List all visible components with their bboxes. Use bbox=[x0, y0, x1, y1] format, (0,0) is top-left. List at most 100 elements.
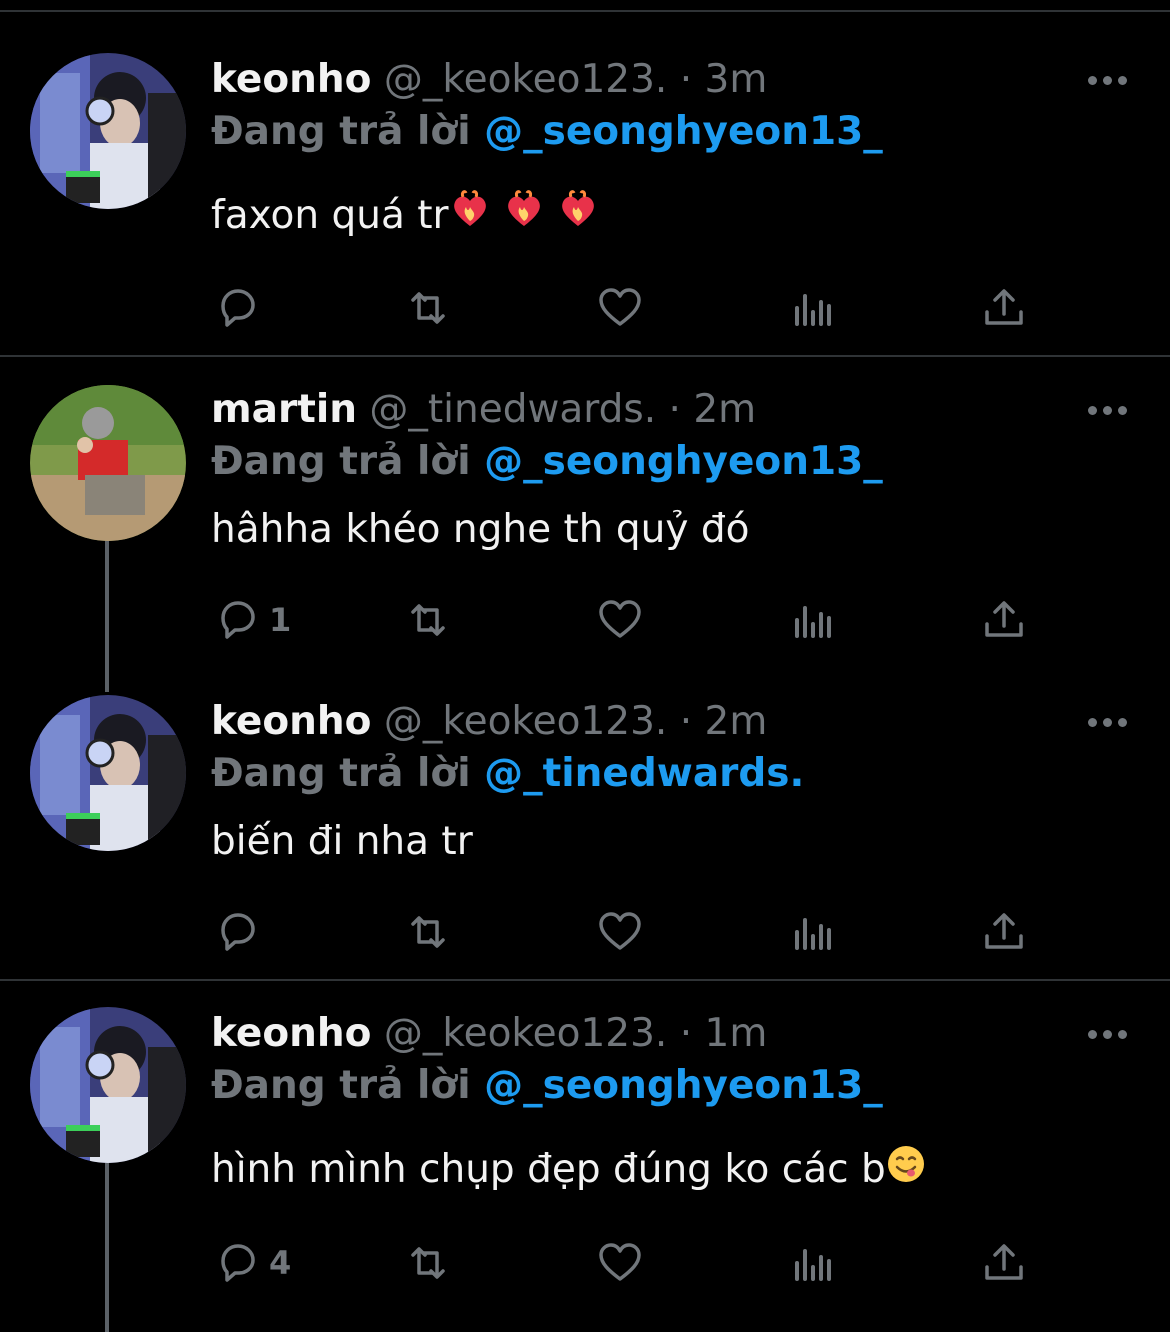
user-handle[interactable]: @_tinedwards. bbox=[369, 387, 656, 432]
separator-dot: · bbox=[679, 1011, 693, 1056]
timestamp[interactable]: 2m bbox=[705, 699, 768, 744]
more-options-icon[interactable] bbox=[1082, 396, 1132, 426]
user-handle[interactable]: @_keokeo123. bbox=[384, 1011, 667, 1056]
views-button[interactable] bbox=[788, 902, 836, 962]
display-name[interactable]: keonho bbox=[211, 699, 371, 744]
separator-dot: · bbox=[679, 57, 693, 102]
tweet-header: keonho @_keokeo123. · 1m bbox=[211, 1006, 767, 1062]
tweet-text: hình mình chụp đẹp đúng ko các b bbox=[211, 1142, 926, 1198]
share-button[interactable] bbox=[980, 590, 1028, 650]
replying-to: Đang trả lời @_seonghyeon13_ bbox=[211, 104, 883, 160]
views-button[interactable] bbox=[788, 1233, 836, 1293]
reply-button[interactable] bbox=[213, 278, 269, 338]
avatar[interactable] bbox=[30, 385, 186, 541]
keonho-avatar-image bbox=[30, 53, 186, 209]
more-options-icon[interactable] bbox=[1082, 708, 1132, 738]
tweet-actions: 4 bbox=[0, 1233, 1170, 1293]
keonho-avatar-image bbox=[30, 695, 186, 851]
tweet-actions: 1 bbox=[0, 590, 1170, 650]
tweet-text: hâhha khéo nghe th quỷ đó bbox=[211, 502, 749, 558]
avatar[interactable] bbox=[30, 53, 186, 209]
retweet-icon bbox=[411, 292, 445, 324]
separator-dot: · bbox=[668, 387, 681, 432]
like-button[interactable] bbox=[596, 1233, 644, 1293]
reply-icon bbox=[221, 1244, 255, 1282]
avatar[interactable] bbox=[30, 695, 186, 851]
share-button[interactable] bbox=[980, 1233, 1028, 1293]
tweet-text-content: hình mình chụp đẹp đúng ko các b bbox=[211, 1147, 886, 1192]
heart-icon bbox=[599, 912, 641, 950]
user-handle[interactable]: @_keokeo123. bbox=[384, 699, 667, 744]
reply-icon bbox=[221, 913, 255, 951]
share-icon bbox=[985, 289, 1023, 325]
like-button[interactable] bbox=[596, 902, 644, 962]
display-name[interactable]: keonho bbox=[211, 1011, 371, 1056]
timestamp[interactable]: 1m bbox=[705, 1011, 768, 1056]
retweet-icon bbox=[411, 604, 445, 636]
reply-button[interactable]: 1 bbox=[213, 590, 291, 650]
yum-face-emoji bbox=[886, 1144, 926, 1200]
replying-to-handle[interactable]: @_seonghyeon13_ bbox=[484, 1063, 883, 1108]
replying-to-label: Đang trả lời bbox=[211, 109, 471, 154]
tweet-text: faxon quá tr bbox=[211, 188, 599, 244]
tweet-actions bbox=[0, 278, 1170, 338]
reply-icon bbox=[221, 289, 255, 327]
tweet-actions bbox=[0, 902, 1170, 962]
more-options-icon[interactable] bbox=[1082, 66, 1132, 96]
tweet-text-content: hâhha khéo nghe th quỷ đó bbox=[211, 507, 750, 552]
tweet[interactable]: keonho @_keokeo123. · 3m Đang trả lời @_… bbox=[0, 0, 1170, 355]
replying-to-handle[interactable]: @_tinedwards. bbox=[484, 751, 804, 796]
tweet-header: keonho @_keokeo123. · 3m bbox=[211, 52, 767, 108]
heart-icon bbox=[599, 288, 641, 326]
tweet-text-content: faxon quá tr bbox=[211, 193, 449, 238]
retweet-icon bbox=[411, 1247, 445, 1279]
retweet-icon bbox=[411, 916, 445, 948]
tweet-text-content: biến đi nha tr bbox=[211, 819, 473, 864]
analytics-icon bbox=[795, 294, 831, 326]
views-button[interactable] bbox=[788, 278, 836, 338]
replying-to-handle[interactable]: @_seonghyeon13_ bbox=[484, 109, 883, 154]
avatar[interactable] bbox=[30, 1007, 186, 1163]
replying-to: Đang trả lời @_seonghyeon13_ bbox=[211, 434, 883, 490]
keonho-avatar-image bbox=[30, 1007, 186, 1163]
tweet[interactable]: keonho @_keokeo123. · 2m Đang trả lời @_… bbox=[0, 669, 1170, 979]
tweet[interactable]: keonho @_keokeo123. · 1m Đang trả lời @_… bbox=[0, 981, 1170, 1332]
more-options-icon[interactable] bbox=[1082, 1020, 1132, 1050]
replying-to: Đang trả lời @_seonghyeon13_ bbox=[211, 1058, 883, 1114]
reply-icon bbox=[221, 601, 255, 639]
display-name[interactable]: keonho bbox=[211, 57, 371, 102]
retweet-button[interactable] bbox=[404, 1233, 452, 1293]
timestamp[interactable]: 2m bbox=[693, 387, 756, 432]
reply-count: 1 bbox=[269, 601, 292, 639]
reply-button[interactable]: 4 bbox=[213, 1233, 291, 1293]
analytics-icon bbox=[795, 1249, 831, 1281]
heart-on-fire-emoji bbox=[557, 189, 599, 247]
timestamp[interactable]: 3m bbox=[705, 57, 768, 102]
user-handle[interactable]: @_keokeo123. bbox=[384, 57, 667, 102]
replying-to: Đang trả lời @_tinedwards. bbox=[211, 746, 804, 802]
views-button[interactable] bbox=[788, 590, 836, 650]
heart-icon bbox=[599, 1243, 641, 1281]
heart-on-fire-emoji bbox=[503, 189, 545, 247]
retweet-button[interactable] bbox=[404, 278, 452, 338]
replying-to-label: Đang trả lời bbox=[211, 439, 471, 484]
analytics-icon bbox=[795, 606, 831, 638]
retweet-button[interactable] bbox=[404, 590, 452, 650]
share-button[interactable] bbox=[980, 902, 1028, 962]
replying-to-handle[interactable]: @_seonghyeon13_ bbox=[484, 439, 883, 484]
share-icon bbox=[985, 601, 1023, 637]
like-button[interactable] bbox=[596, 278, 644, 338]
replying-to-label: Đang trả lời bbox=[211, 751, 471, 796]
retweet-button[interactable] bbox=[404, 902, 452, 962]
share-button[interactable] bbox=[980, 278, 1028, 338]
share-icon bbox=[985, 913, 1023, 949]
heart-icon bbox=[599, 600, 641, 638]
heart-on-fire-emoji bbox=[449, 189, 491, 247]
analytics-icon bbox=[795, 918, 831, 950]
share-icon bbox=[985, 1244, 1023, 1280]
reply-button[interactable] bbox=[213, 902, 269, 962]
tweet-header: keonho @_keokeo123. · 2m bbox=[211, 694, 767, 750]
display-name[interactable]: martin bbox=[211, 387, 357, 432]
tweet[interactable]: martin @_tinedwards. · 2m Đang trả lời @… bbox=[0, 357, 1170, 677]
like-button[interactable] bbox=[596, 590, 644, 650]
